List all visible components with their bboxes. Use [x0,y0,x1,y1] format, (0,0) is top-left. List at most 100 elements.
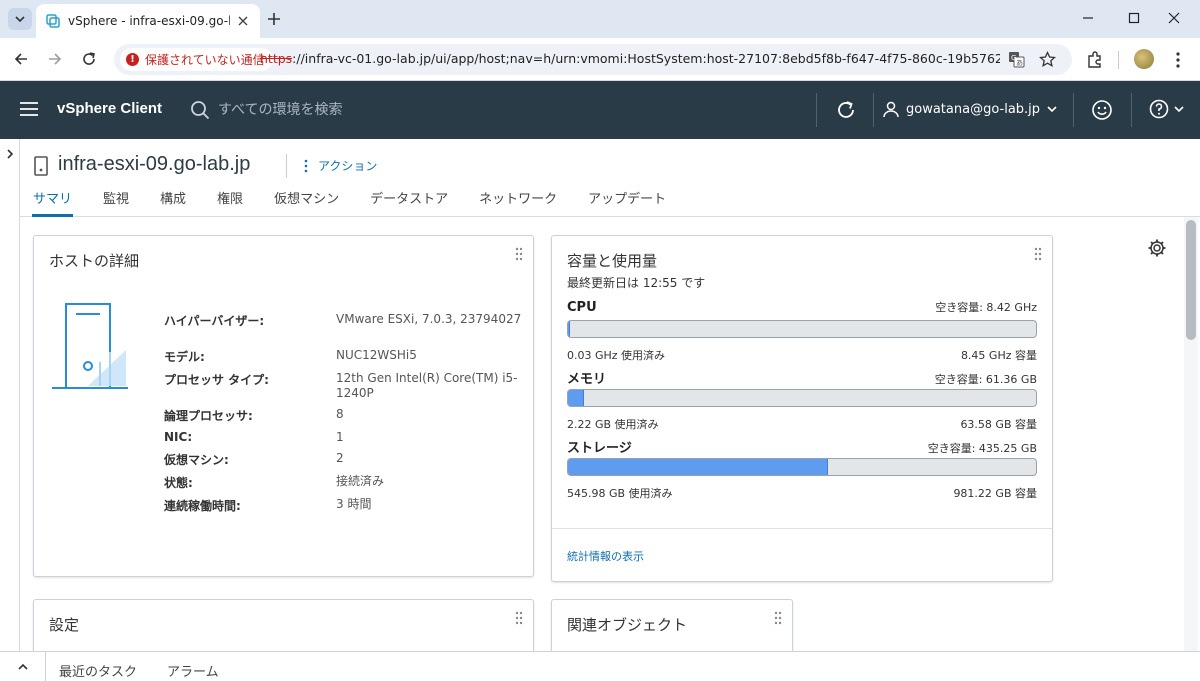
profile-avatar[interactable] [1134,49,1154,69]
tab-summary[interactable]: サマリ [32,191,74,217]
title-divider [286,154,287,178]
resource-capacity: 63.58 GB 容量 [960,418,1037,431]
url-path: ://infra-vc-01.go-lab.jp/ui/app/host;nav… [292,51,1000,66]
view-stats-link[interactable]: 統計情報の表示 [567,548,644,564]
recent-tasks-bar: 最近のタスク アラーム [0,651,1200,681]
detail-value: 1 [336,430,344,444]
cpu-usage: CPU 空き容量: 8.42 GHz 0.03 GHz 使用済み 8.45 GHz … [567,299,1037,363]
minimize-icon[interactable] [1080,10,1096,26]
usage-bar [567,458,1037,476]
vsphere-favicon-icon [46,14,60,28]
resource-capacity: 981.22 GB 容量 [953,487,1037,500]
detail-row: プロセッサ タイプ: 12th Gen Intel(R) Core(TM) i5-… [164,371,534,401]
usage-bar-fill [568,459,829,475]
maximize-icon[interactable] [1126,10,1142,26]
host-illustration-icon [52,303,128,389]
help-menu[interactable] [1149,99,1185,119]
address-bar[interactable]: ! 保護されていない通信 https://infra-vc-01.go-lab.… [114,44,1072,75]
browser-tab-vsphere[interactable]: vSphere - infra-esxi-09.go-lab.jp [36,4,260,38]
extensions-puzzle-icon[interactable] [1085,50,1105,70]
hamburger-menu-icon[interactable] [19,101,39,117]
browser-tab-title: vSphere - infra-esxi-09.go-lab.jp [68,14,230,28]
expand-navigator-chevron-icon[interactable] [4,148,16,160]
svg-text:あ: あ [1016,59,1023,67]
tab-vms[interactable]: 仮想マシン [273,191,340,217]
window-close-icon[interactable] [1166,10,1182,26]
user-icon [883,101,899,118]
detail-key: 状態: [164,476,193,490]
header-divider [816,93,817,127]
tab-monitor[interactable]: 監視 [102,191,130,217]
detail-row: ハイパーバイザー: VMware ESXi, 7.0.3, 23794027 [164,312,534,342]
header-divider [1131,93,1132,127]
detail-row: 仮想マシン: 2 [164,451,534,468]
reload-icon[interactable] [80,50,98,68]
gear-icon[interactable] [1147,238,1167,258]
actions-menu[interactable]: アクション [302,157,377,174]
tab-networks[interactable]: ネットワーク [478,191,558,217]
resource-free: 空き容量: 435.25 GB [927,442,1037,455]
kebab-menu-icon[interactable] [1168,50,1188,70]
security-indicator[interactable]: ! 保護されていない通信 [120,48,273,71]
actions-label: アクション [318,159,378,173]
user-menu[interactable]: gowatana@go-lab.jp [882,100,1058,118]
drag-handle-icon[interactable] [1033,247,1043,261]
star-icon[interactable] [1039,51,1056,68]
chevron-down-icon [1047,106,1057,113]
resource-name: ストレージ [567,441,632,456]
drag-handle-icon[interactable] [514,247,524,261]
detail-key: 仮想マシン: [164,453,229,467]
recent-tasks-tab[interactable]: 最近のタスク [59,661,137,680]
card-title: 関連オブジェクト [567,616,688,634]
card-title: 設定 [49,616,80,634]
close-icon[interactable] [236,14,250,28]
new-tab-button[interactable] [264,9,284,29]
tab-search-button[interactable] [8,8,32,30]
back-arrow-icon[interactable] [12,50,30,68]
global-search-input[interactable] [218,99,478,121]
chevron-down-icon [1174,106,1184,113]
forward-arrow-icon[interactable] [46,50,64,68]
user-name: gowatana@go-lab.jp [906,101,1041,117]
vsphere-header: vSphere Client gowatana@go-lab.jp [0,81,1200,139]
usage-bar [567,320,1037,338]
tab-datastores[interactable]: データストア [369,191,449,217]
detail-key: NIC: [164,430,193,444]
brand-title[interactable]: vSphere Client [57,100,162,117]
storage-usage: ストレージ 空き容量: 435.25 GB 545.98 GB 使用済み 981.2… [567,437,1037,501]
alarms-tab[interactable]: アラーム [167,661,219,680]
header-divider [1073,93,1074,127]
tab-permissions[interactable]: 権限 [216,191,244,217]
last-updated-text: 最終更新日は 12:55 です [567,276,706,290]
drag-handle-icon[interactable] [514,611,524,625]
translate-icon[interactable]: Gあ [1008,51,1025,68]
card-title: 容量と使用量 [567,252,658,270]
detail-key: プロセッサ タイプ: [164,373,269,387]
tab-configure[interactable]: 構成 [159,191,187,217]
vertical-dots-icon [304,159,308,172]
drag-handle-icon[interactable] [773,611,783,625]
warning-icon: ! [126,53,139,66]
detail-value: 2 [336,451,344,465]
page-scrollbar-thumb[interactable] [1186,220,1196,340]
detail-value: 8 [336,407,344,421]
detail-row: 連続稼働時間: 3 時間 [164,497,534,514]
detail-key: ハイパーバイザー: [164,314,265,328]
tab-updates[interactable]: アップデート [587,191,667,217]
detail-value: VMware ESXi, 7.0.3, 23794027 [336,312,522,326]
card-title: ホストの詳細 [49,252,140,270]
toolbar-divider [1118,51,1119,69]
url-scheme: https [260,51,293,66]
search-icon [191,101,210,120]
resource-name: メモリ [567,372,607,387]
detail-key: 連続稼働時間: [164,499,241,513]
feedback-smiley-icon[interactable] [1091,99,1113,121]
browser-toolbar: ! 保護されていない通信 https://infra-vc-01.go-lab.… [0,38,1200,81]
url-text[interactable]: https://infra-vc-01.go-lab.jp/ui/app/hos… [260,51,1000,66]
capacity-usage-card: 容量と使用量 最終更新日は 12:55 です CPU 空き容量: 8.42 GHz… [551,235,1053,582]
resource-used: 2.22 GB 使用済み [567,418,659,431]
refresh-icon[interactable] [835,99,857,121]
host-server-icon [34,156,48,176]
resource-free: 空き容量: 61.36 GB [934,373,1037,386]
chevron-up-icon[interactable] [16,660,30,674]
